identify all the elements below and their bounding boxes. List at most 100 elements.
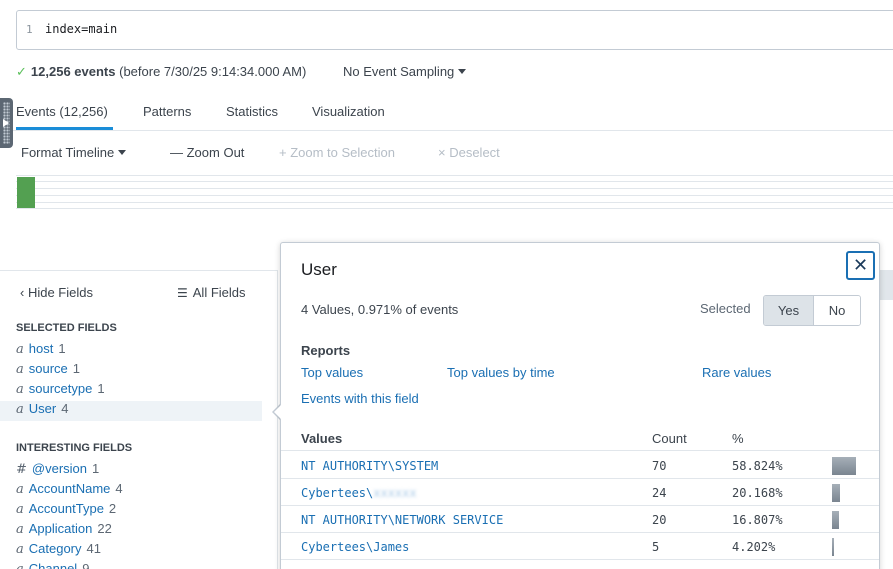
events-with-field-link[interactable]: Events with this field — [301, 391, 419, 406]
value-link[interactable]: Cybertees\xxxxxx — [301, 486, 417, 500]
field-name[interactable]: @version — [32, 461, 87, 476]
field-value-count: 1 — [72, 361, 81, 376]
field-value-count: 4 — [115, 481, 123, 496]
selected-fields-title: SELECTED FIELDS — [16, 322, 117, 334]
value-count: 24 — [652, 486, 667, 500]
table-row: Cybertees\xxxxxx 24 20.168% — [281, 479, 879, 506]
search-query[interactable]: index=main — [45, 22, 117, 36]
timeline-gridline — [16, 208, 893, 209]
selected-label: Selected — [700, 301, 751, 316]
field-value-count: 4 — [61, 401, 69, 416]
zoom-out-button[interactable]: — Zoom Out — [170, 145, 244, 160]
value-text: Cybertees\James — [301, 540, 410, 554]
tab-events[interactable]: Events (12,256) — [16, 104, 108, 119]
value-count: 20 — [652, 513, 667, 527]
timeline-gridline — [16, 175, 893, 176]
percent-bar — [832, 538, 834, 556]
value-text: NT AUTHORITY\SYSTEM — [301, 459, 439, 473]
event-timeline[interactable] — [16, 175, 893, 209]
field-type-icon: a — [16, 502, 24, 517]
percent-bar — [832, 457, 856, 475]
percent-column-header: % — [732, 431, 744, 446]
line-number: 1 — [26, 23, 33, 36]
events-summary: ✓ 12,256 events (before 7/30/25 9:14:34.0… — [16, 64, 467, 80]
fields-sidebar: ‹ Hide Fields ☰ All Fields SELECTED FIELD… — [0, 270, 278, 569]
field-name[interactable]: AccountType — [29, 501, 104, 516]
value-percent: 20.168% — [732, 486, 783, 500]
value-text: NT AUTHORITY\NETWORK SERVICE — [301, 513, 504, 527]
field-item[interactable]: a Application 22 — [16, 521, 278, 541]
field-name[interactable]: User — [29, 401, 56, 416]
count-column-header: Count — [652, 431, 687, 446]
format-timeline-button[interactable]: Format Timeline — [21, 145, 127, 160]
value-percent: 4.202% — [732, 540, 776, 554]
field-type-icon: a — [16, 522, 24, 537]
top-values-link[interactable]: Top values — [301, 365, 363, 380]
field-name[interactable]: Channel — [29, 561, 77, 569]
tab-statistics[interactable]: Statistics — [226, 104, 278, 119]
field-name[interactable]: sourcetype — [29, 381, 93, 396]
field-item[interactable]: a source 1 — [16, 361, 278, 381]
search-bar[interactable]: 1 index=main — [16, 10, 893, 50]
zoom-to-selection-button[interactable]: + Zoom to Selection — [279, 145, 395, 160]
all-fields-button[interactable]: ☰ All Fields — [177, 285, 246, 300]
popover-title: User — [301, 260, 337, 279]
values-column-header: Values — [301, 431, 343, 446]
timeline-bar[interactable] — [17, 177, 35, 208]
field-value-count: 1 — [97, 381, 105, 396]
before-time: (before 7/30/25 9:14:34.000 AM) — [119, 64, 307, 79]
value-link[interactable]: NT AUTHORITY\NETWORK SERVICE — [301, 513, 503, 527]
field-name[interactable]: Application — [29, 521, 93, 536]
hide-fields-button[interactable]: ‹ Hide Fields — [20, 285, 93, 300]
values-stats: 4 Values, 0.971% of events — [301, 302, 459, 317]
field-name[interactable]: source — [29, 361, 68, 376]
event-sampling-dropdown[interactable]: No Event Sampling — [343, 64, 467, 79]
field-item[interactable]: a AccountName 4 — [16, 481, 278, 501]
field-name[interactable]: host — [29, 341, 54, 356]
field-item[interactable]: a User 4 — [0, 401, 262, 421]
field-item[interactable]: a Category 41 — [16, 541, 278, 561]
timeline-toolbar: Format Timeline — Zoom Out + Zoom to Sel… — [0, 131, 893, 171]
selected-yes-button[interactable]: Yes — [764, 296, 814, 325]
table-row: NT AUTHORITY\NETWORK SERVICE 20 16.807% — [281, 506, 879, 533]
event-count: 12,256 events — [30, 64, 116, 79]
field-name[interactable]: AccountName — [29, 481, 111, 496]
field-name[interactable]: Category — [29, 541, 82, 556]
chevron-down-icon — [458, 69, 467, 74]
format-timeline-label: Format Timeline — [21, 145, 115, 160]
field-item[interactable]: a host 1 — [16, 341, 278, 361]
value-link[interactable]: Cybertees\James — [301, 540, 409, 554]
value-link[interactable]: NT AUTHORITY\SYSTEM — [301, 459, 438, 473]
timeline-gridline — [16, 195, 893, 196]
value-count: 5 — [652, 540, 660, 554]
field-item[interactable]: a sourcetype 1 — [16, 381, 278, 401]
value-text: Cybertees\ — [301, 486, 374, 500]
panel-edge — [880, 270, 893, 300]
reports-title: Reports — [301, 343, 351, 358]
timeline-gridline — [16, 181, 893, 182]
top-values-by-time-link[interactable]: Top values by time — [447, 365, 555, 380]
selected-no-button[interactable]: No — [814, 296, 860, 325]
field-value-count: 41 — [86, 541, 101, 556]
value-percent: 16.807% — [732, 513, 783, 527]
field-type-icon: a — [16, 562, 24, 569]
field-item[interactable]: a AccountType 2 — [16, 501, 278, 521]
field-item[interactable]: # @version 1 — [16, 461, 278, 481]
tab-patterns[interactable]: Patterns — [143, 104, 191, 119]
field-type-icon: a — [16, 482, 24, 497]
active-tab-indicator — [16, 127, 113, 130]
field-value-count: 2 — [108, 501, 117, 516]
field-value-count: 22 — [97, 521, 112, 536]
redacted-text: xxxxxx — [373, 486, 417, 500]
percent-bar — [832, 484, 840, 502]
interesting-fields-title: INTERESTING FIELDS — [16, 442, 133, 454]
field-item[interactable]: a Channel 9 — [16, 561, 278, 569]
field-value-count: 9 — [82, 561, 90, 569]
value-percent: 58.824% — [732, 459, 783, 473]
field-type-icon: a — [16, 362, 24, 377]
tab-visualization[interactable]: Visualization — [312, 104, 385, 119]
list-icon: ☰ — [177, 286, 188, 300]
deselect-button[interactable]: × Deselect — [438, 145, 500, 160]
rare-values-link[interactable]: Rare values — [702, 365, 771, 380]
close-button[interactable]: ✕ — [846, 251, 875, 280]
